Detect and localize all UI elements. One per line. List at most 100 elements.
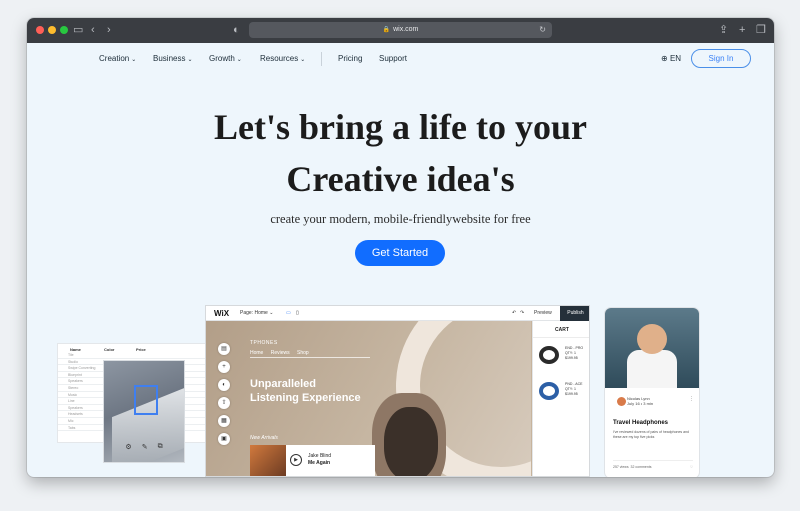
- track-title: Me Again: [308, 460, 331, 466]
- play-icon[interactable]: ▶: [290, 454, 302, 466]
- post-date: July 16 • 3 min: [627, 401, 654, 406]
- site-canvas: ▤ + ◐ ⇧ ▦ ▣ TPHONES Home Reviews Shop Un…: [206, 321, 531, 476]
- chevron-down-icon: ⌄: [269, 310, 274, 316]
- headline-line-1: Unparalleled: [250, 378, 317, 390]
- blog-hero-image: [605, 308, 699, 388]
- reload-icon[interactable]: ↻: [539, 22, 546, 38]
- headline-line-2: Listening Experience: [250, 392, 361, 404]
- chevron-down-icon: ⌄: [187, 57, 193, 63]
- column-header: Price: [136, 347, 146, 352]
- preview-button[interactable]: Preview: [534, 310, 552, 316]
- post-stats: 257 views 32 comments ♡: [613, 460, 693, 469]
- hero-title-line-2: Creative idea's: [286, 159, 515, 199]
- cart-panel: CART END - PRO QTY: 1 $199.95 PND - ACE …: [532, 321, 589, 476]
- media-icon[interactable]: ▣: [218, 433, 230, 445]
- cart-item[interactable]: END - PRO QTY: 1 $199.95: [533, 342, 589, 374]
- photo-toolbar: ⚙ ✎ ⧉: [103, 438, 185, 456]
- chevron-down-icon: ⌄: [236, 57, 242, 63]
- maximize-window-button[interactable]: [60, 26, 68, 34]
- post-views: 257 views: [613, 465, 629, 469]
- nav-pricing[interactable]: Pricing: [338, 54, 362, 63]
- globe-icon: ⊕: [661, 54, 668, 63]
- crop-icon[interactable]: ⧉: [158, 443, 163, 451]
- site-menu: Home Reviews Shop: [250, 350, 315, 356]
- lock-icon: 🔒: [382, 27, 391, 33]
- post-description: I've reviewed dozens of pairs of headpho…: [613, 430, 689, 439]
- address-bar[interactable]: 🔒 wix.com ↻: [249, 22, 552, 38]
- hero-title-line-1: Let's bring a life to your: [214, 107, 587, 147]
- selection-frame: [134, 385, 158, 415]
- cart-title: CART: [533, 321, 589, 338]
- arrival-card[interactable]: ▶ Jake Blind Me Again: [250, 445, 375, 476]
- post-author: Nicolas Lynn July 16 • 3 min: [617, 396, 654, 406]
- cart-item-info: PND - ACE QTY: 1 $199.95: [565, 382, 583, 397]
- tab-overview-icon[interactable]: ❐: [756, 22, 766, 38]
- table-row: Tile: [58, 352, 206, 359]
- cart-item-price: $199.95: [565, 392, 578, 396]
- post-comments: 32 comments: [630, 465, 652, 469]
- sign-in-button[interactable]: Sign In: [691, 49, 751, 68]
- nav-support[interactable]: Support: [379, 54, 407, 63]
- site-menu-shop[interactable]: Shop: [297, 350, 309, 356]
- site-menu-home[interactable]: Home: [250, 350, 263, 356]
- cart-item-info: END - PRO QTY: 1 $199.95: [565, 346, 583, 361]
- headphones-thumbnail: [539, 346, 559, 364]
- design-icon[interactable]: ◐: [218, 379, 230, 391]
- headphone-cup-inner: [384, 407, 438, 476]
- heart-icon[interactable]: ♡: [690, 465, 693, 469]
- nav-growth[interactable]: Growth ⌄: [209, 54, 242, 63]
- editor-toolbar: WiX Page: Home ⌄ ▭ ▯ ↶ ↷ Preview Publish: [206, 306, 589, 321]
- add-icon[interactable]: +: [218, 361, 230, 373]
- back-arrow-icon[interactable]: ‹: [91, 22, 95, 38]
- nav-resources[interactable]: Resources ⌄: [260, 54, 305, 63]
- new-arrivals-label: New Arrivals: [250, 435, 278, 441]
- new-tab-icon[interactable]: +: [739, 22, 745, 38]
- privacy-shield-icon[interactable]: ◐: [233, 22, 240, 38]
- settings-icon[interactable]: ⚙: [125, 443, 131, 451]
- browser-window: ▭ ‹ › ◐ 🔒 wix.com ↻ ⇪ + ❐ Creation ⌄ Busin…: [27, 18, 774, 477]
- cart-item-price: $199.95: [565, 356, 578, 360]
- redo-icon[interactable]: ↷: [520, 310, 524, 316]
- avatar: [617, 397, 626, 406]
- wix-logo: WiX: [214, 309, 230, 318]
- more-options-icon[interactable]: ⋮: [689, 396, 694, 402]
- cart-item[interactable]: PND - ACE QTY: 1 $199.95: [533, 378, 589, 410]
- chevron-down-icon: ⌄: [300, 57, 306, 63]
- site-brand: TPHONES: [250, 340, 278, 346]
- editor-side-tools: ▤ + ◐ ⇧ ▦ ▣: [218, 343, 232, 445]
- publish-button[interactable]: Publish: [560, 306, 589, 321]
- menu-underline: [250, 357, 370, 358]
- table-header: Name Color Price: [58, 344, 206, 352]
- page-selector[interactable]: Page: Home ⌄: [240, 310, 273, 316]
- sidebar-toggle-icon[interactable]: ▭: [73, 22, 83, 38]
- pages-icon[interactable]: ▤: [218, 343, 230, 355]
- track-artist: Jake Blind: [308, 453, 332, 459]
- desktop-view-icon[interactable]: ▭: [286, 310, 291, 316]
- minimize-window-button[interactable]: [48, 26, 56, 34]
- undo-icon[interactable]: ↶: [512, 310, 516, 316]
- track-info: Jake Blind Me Again: [308, 453, 331, 467]
- forward-arrow-icon[interactable]: ›: [107, 22, 111, 38]
- close-window-button[interactable]: [36, 26, 44, 34]
- browser-titlebar: ▭ ‹ › ◐ 🔒 wix.com ↻ ⇪ + ❐: [27, 18, 774, 43]
- pencil-icon[interactable]: ✎: [142, 443, 148, 451]
- site-menu-reviews[interactable]: Reviews: [271, 350, 290, 356]
- headphones-thumbnail: [539, 382, 559, 400]
- mobile-view-icon[interactable]: ▯: [296, 310, 299, 316]
- nav-divider: [321, 52, 322, 66]
- language-selector[interactable]: ⊕ EN: [661, 54, 681, 63]
- person-body: [627, 350, 677, 388]
- mobile-blog-preview: Nicolas Lynn July 16 • 3 min ⋮ Travel He…: [605, 308, 699, 477]
- post-title: Travel Headphones: [613, 420, 669, 426]
- nav-creation[interactable]: Creation ⌄: [99, 54, 136, 63]
- column-header: Color: [104, 347, 115, 352]
- share-icon[interactable]: ⇪: [719, 22, 728, 38]
- get-started-button[interactable]: Get Started: [355, 240, 445, 266]
- nav-business[interactable]: Business ⌄: [153, 54, 193, 63]
- apps-icon[interactable]: ▦: [218, 415, 230, 427]
- site-nav: Creation ⌄ Business ⌄ Growth ⌄ Resources ⌄ P…: [27, 43, 774, 75]
- url-text: wix.com: [393, 26, 419, 33]
- chevron-down-icon: ⌄: [131, 57, 137, 63]
- upload-icon[interactable]: ⇧: [218, 397, 230, 409]
- person-head: [637, 324, 667, 354]
